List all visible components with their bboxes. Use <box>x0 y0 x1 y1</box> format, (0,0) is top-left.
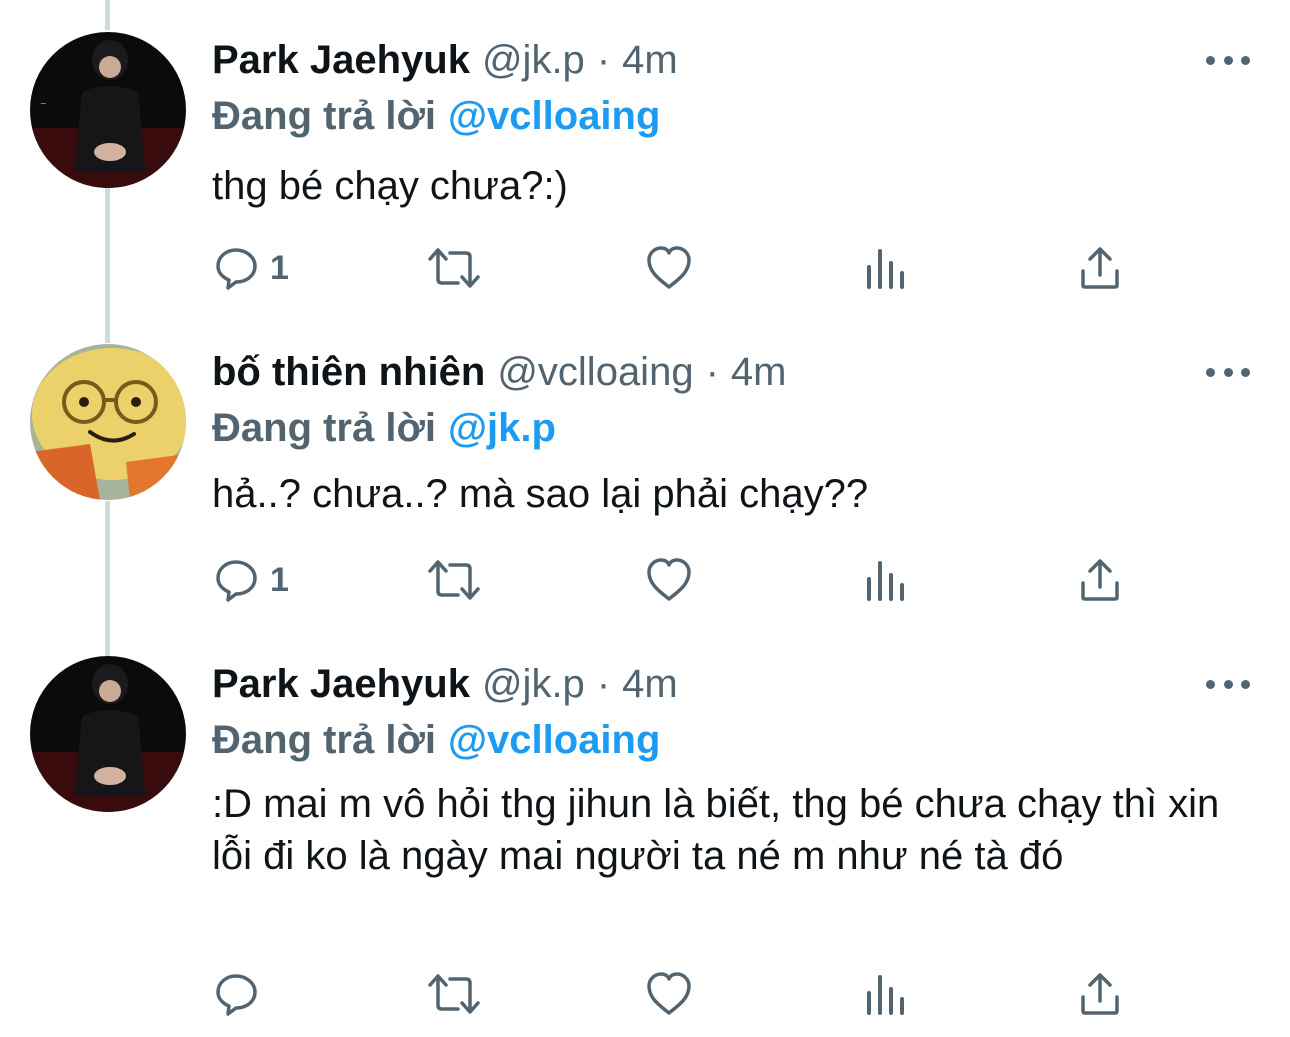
analytics-icon <box>867 249 904 289</box>
reply-button[interactable]: 1 <box>214 550 289 610</box>
share-icon <box>1081 973 1119 1015</box>
replying-to: Đang trả lời @jk.p <box>212 400 556 456</box>
views-button[interactable] <box>864 550 908 610</box>
reply-button[interactable] <box>214 964 260 1024</box>
comment-icon <box>216 248 257 290</box>
display-name[interactable]: bố thiên nhiên <box>212 344 485 400</box>
heart-icon <box>647 558 691 601</box>
timestamp[interactable]: 4m <box>622 32 678 88</box>
heart-icon <box>647 972 691 1015</box>
tweet[interactable]: Park Jaehyuk @jk.p · 4m Đang trả lời @vcl… <box>0 656 1290 1036</box>
replying-to-handle[interactable]: @vclloaing <box>448 94 660 138</box>
heart-icon <box>647 246 691 289</box>
user-handle[interactable]: @jk.p <box>482 656 585 712</box>
more-icon[interactable] <box>1206 670 1250 698</box>
share-icon <box>1081 559 1119 601</box>
replying-to-handle[interactable]: @vclloaing <box>448 718 660 762</box>
tweet[interactable]: ~ Park Jaehyuk @jk.p · 4m Đang trả lời @v… <box>0 32 1290 322</box>
separator-dot: · <box>596 662 611 706</box>
tweet-text: :D mai m vô hỏi thg jihun là biết, thg b… <box>212 782 1220 878</box>
action-bar: 1 <box>0 238 1290 298</box>
like-button[interactable] <box>645 550 693 610</box>
retweet-button[interactable] <box>426 238 482 298</box>
share-button[interactable] <box>1078 964 1122 1024</box>
replying-to-label: Đang trả lời <box>212 94 437 138</box>
reply-button[interactable]: 1 <box>214 238 289 298</box>
replying-to-label: Đang trả lời <box>212 406 437 450</box>
retweet-icon <box>428 560 480 600</box>
replying-to: Đang trả lời @vclloaing <box>212 712 660 768</box>
reply-count: 1 <box>270 560 289 599</box>
separator-dot: · <box>705 350 719 394</box>
avatar[interactable] <box>30 656 186 812</box>
share-button[interactable] <box>1078 238 1122 298</box>
separator-dot: · <box>596 38 611 82</box>
views-button[interactable] <box>864 964 908 1024</box>
thread-connector <box>105 0 110 30</box>
avatar[interactable] <box>30 344 186 500</box>
timestamp[interactable]: 4m <box>622 656 678 712</box>
share-button[interactable] <box>1078 550 1122 610</box>
replying-to-handle[interactable]: @jk.p <box>448 406 556 450</box>
avatar[interactable]: ~ <box>30 32 186 188</box>
analytics-icon <box>867 561 904 601</box>
replying-to-label: Đang trả lời <box>212 718 437 762</box>
like-button[interactable] <box>645 238 693 298</box>
reply-count: 1 <box>270 248 289 287</box>
display-name[interactable]: Park Jaehyuk <box>212 656 470 712</box>
user-handle[interactable]: @vclloaing <box>497 344 693 400</box>
comment-icon <box>216 974 257 1016</box>
user-handle[interactable]: @jk.p <box>482 32 585 88</box>
views-button[interactable] <box>864 238 908 298</box>
display-name[interactable]: Park Jaehyuk <box>212 32 470 88</box>
timestamp[interactable]: 4m <box>731 344 787 400</box>
retweet-icon <box>428 974 480 1014</box>
comment-icon <box>216 560 257 602</box>
share-icon <box>1081 247 1119 289</box>
action-bar <box>0 964 1290 1024</box>
tweet-text: thg bé chạy chưa?:) <box>212 164 568 208</box>
retweet-icon <box>428 248 480 288</box>
svg-text:~: ~ <box>40 99 47 108</box>
more-icon[interactable] <box>1206 46 1250 74</box>
analytics-icon <box>867 975 904 1015</box>
more-icon[interactable] <box>1206 358 1250 386</box>
like-button[interactable] <box>645 964 693 1024</box>
retweet-button[interactable] <box>426 964 482 1024</box>
retweet-button[interactable] <box>426 550 482 610</box>
replying-to: Đang trả lời @vclloaing <box>212 88 660 144</box>
action-bar: 1 <box>0 550 1290 610</box>
tweet[interactable]: bố thiên nhiên @vclloaing · 4m Đang trả … <box>0 344 1290 634</box>
tweet-text: hả..? chưa..? mà sao lại phải chạy?? <box>212 472 869 516</box>
